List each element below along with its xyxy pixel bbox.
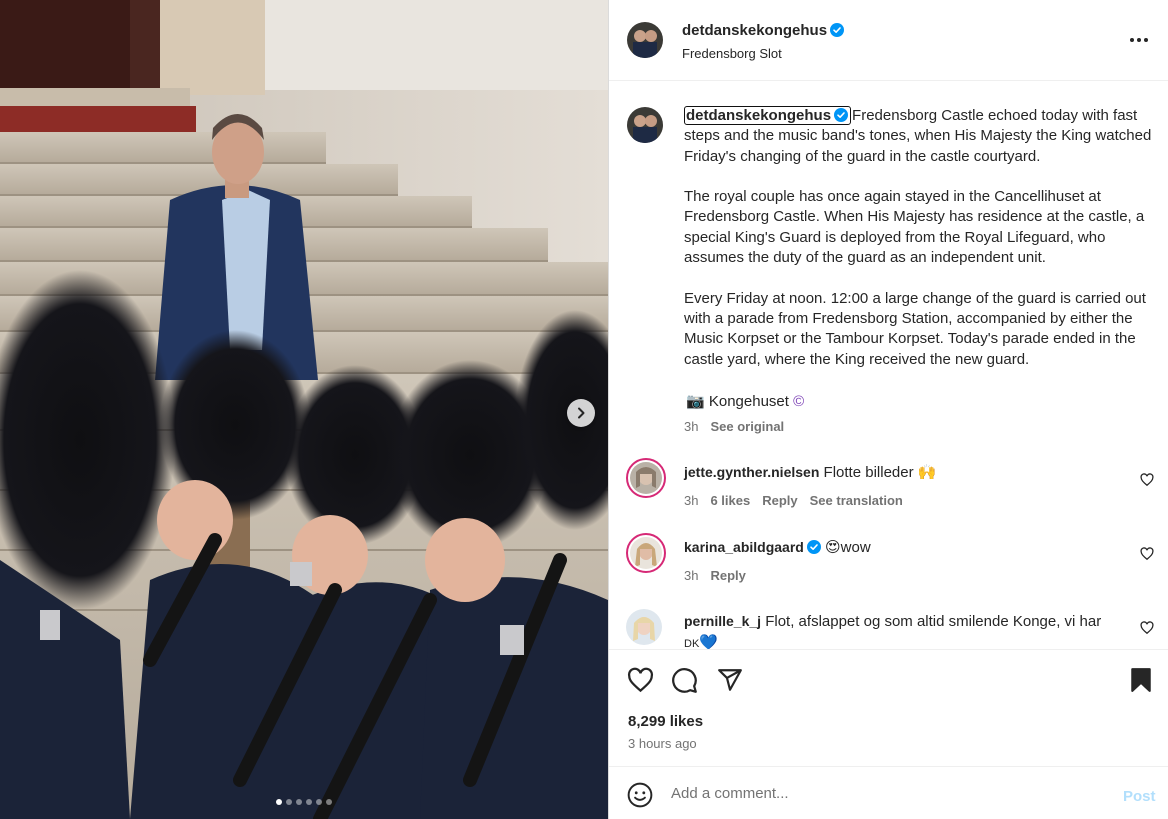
chevron-right-icon (578, 407, 585, 419)
comment-text-continued: DK (684, 638, 700, 649)
comment-username[interactable]: pernille_k_j (684, 613, 761, 629)
more-icon-dot (1137, 38, 1141, 42)
carousel-indicator (0, 799, 608, 805)
comment-meta: 3h Reply (684, 568, 746, 583)
caption-author-avatar[interactable] (627, 107, 663, 143)
comment-text: Flotte billeder (823, 464, 914, 481)
comment-emoji: 🙌 (917, 464, 937, 481)
carousel-dot (316, 799, 322, 805)
comment-input[interactable] (671, 785, 1091, 802)
post-photo (0, 0, 608, 819)
commenter-avatar[interactable] (626, 609, 662, 645)
verified-badge-icon (830, 23, 845, 37)
post-comment-button[interactable]: Post (1123, 788, 1156, 805)
comment-item: pernille_k_j Flot, afslappet og som alti… (684, 611, 1129, 649)
comment-time[interactable]: 3h (684, 493, 698, 508)
caption-paragraph: The royal couple has once again stayed i… (684, 188, 1145, 267)
commenter-avatar[interactable] (626, 533, 666, 573)
instagram-post-view: detdanskekongehus Fredensborg Slot detda… (0, 0, 1168, 819)
post-timestamp[interactable]: 3 hours ago (628, 736, 697, 751)
like-comment-heart-icon[interactable] (1140, 621, 1154, 635)
more-icon-dot (1144, 38, 1148, 42)
carousel-dot (296, 799, 302, 805)
post-actions: 8,299 likes 3 hours ago (609, 649, 1168, 765)
comment-item: karina_abildgaard 😍wow (684, 537, 1129, 558)
caption-author-username[interactable]: detdanskekongehus (684, 106, 852, 125)
emoji-icon[interactable] (627, 782, 653, 808)
caption-meta: 3h See original (684, 419, 784, 434)
caption-paragraph: detdanskekongehus Fredensborg Castle echo… (684, 106, 1162, 167)
comment-likes[interactable]: 6 likes (710, 493, 750, 508)
comment-username-text[interactable]: karina_abildgaard (684, 539, 804, 555)
carousel-dot (286, 799, 292, 805)
comment-icon[interactable] (671, 667, 698, 694)
credit-text: Kongehuset (708, 393, 789, 410)
comment-time[interactable]: 3h (684, 568, 698, 583)
comment-text: wow (840, 539, 871, 556)
post-media[interactable] (0, 0, 608, 819)
comment-composer: Post (609, 766, 1168, 819)
post-location[interactable]: Fredensborg Slot (682, 46, 782, 61)
like-count[interactable]: 8,299 likes (628, 713, 703, 730)
author-avatar[interactable] (627, 22, 663, 58)
reply-button[interactable]: Reply (710, 568, 745, 583)
camera-emoji: 📷 (686, 393, 705, 410)
carousel-next-button[interactable] (567, 399, 595, 427)
author-username[interactable]: detdanskekongehus (682, 22, 845, 39)
see-original-link[interactable]: See original (710, 419, 784, 434)
copyright-symbol: © (793, 393, 805, 410)
comment-emoji: 💙 (699, 634, 718, 649)
post-header: detdanskekongehus Fredensborg Slot (609, 0, 1168, 81)
reply-button[interactable]: Reply (762, 493, 797, 508)
like-comment-heart-icon[interactable] (1140, 473, 1154, 487)
comment-item: jette.gynther.nielsen Flotte billeder 🙌 (684, 462, 1129, 483)
post-side-panel: detdanskekongehus Fredensborg Slot detda… (608, 0, 1168, 819)
caption-author-username-text[interactable]: detdanskekongehus (686, 107, 831, 124)
carousel-dot (276, 799, 282, 805)
caption-paragraph: Every Friday at noon. 12:00 a large chan… (684, 289, 1146, 368)
commenter-avatar[interactable] (626, 458, 666, 498)
caption-time[interactable]: 3h (684, 419, 698, 434)
photo-credit: 📷 Kongehuset © (686, 392, 804, 410)
like-comment-heart-icon[interactable] (1140, 547, 1154, 561)
heart-icon[interactable] (627, 667, 654, 694)
bookmark-icon[interactable] (1129, 667, 1153, 693)
more-icon-dot (1130, 38, 1134, 42)
comment-username[interactable]: karina_abildgaard (684, 539, 821, 555)
verified-badge-icon (834, 108, 849, 122)
comment-meta: 3h 6 likes Reply See translation (684, 493, 903, 508)
comment-emoji: 😍 (825, 539, 841, 556)
post-caption: detdanskekongehus Fredensborg Castle echo… (684, 106, 1162, 390)
carousel-dot (306, 799, 312, 805)
share-icon[interactable] (717, 667, 743, 693)
carousel-dot (326, 799, 332, 805)
verified-badge-icon (806, 540, 821, 554)
comment-username[interactable]: jette.gynther.nielsen (684, 464, 819, 480)
author-username-text[interactable]: detdanskekongehus (682, 22, 827, 39)
see-translation-link[interactable]: See translation (810, 493, 903, 508)
comment-text: Flot, afslappet og som altid smilende Ko… (765, 613, 1102, 630)
more-options-button[interactable] (1128, 28, 1150, 52)
